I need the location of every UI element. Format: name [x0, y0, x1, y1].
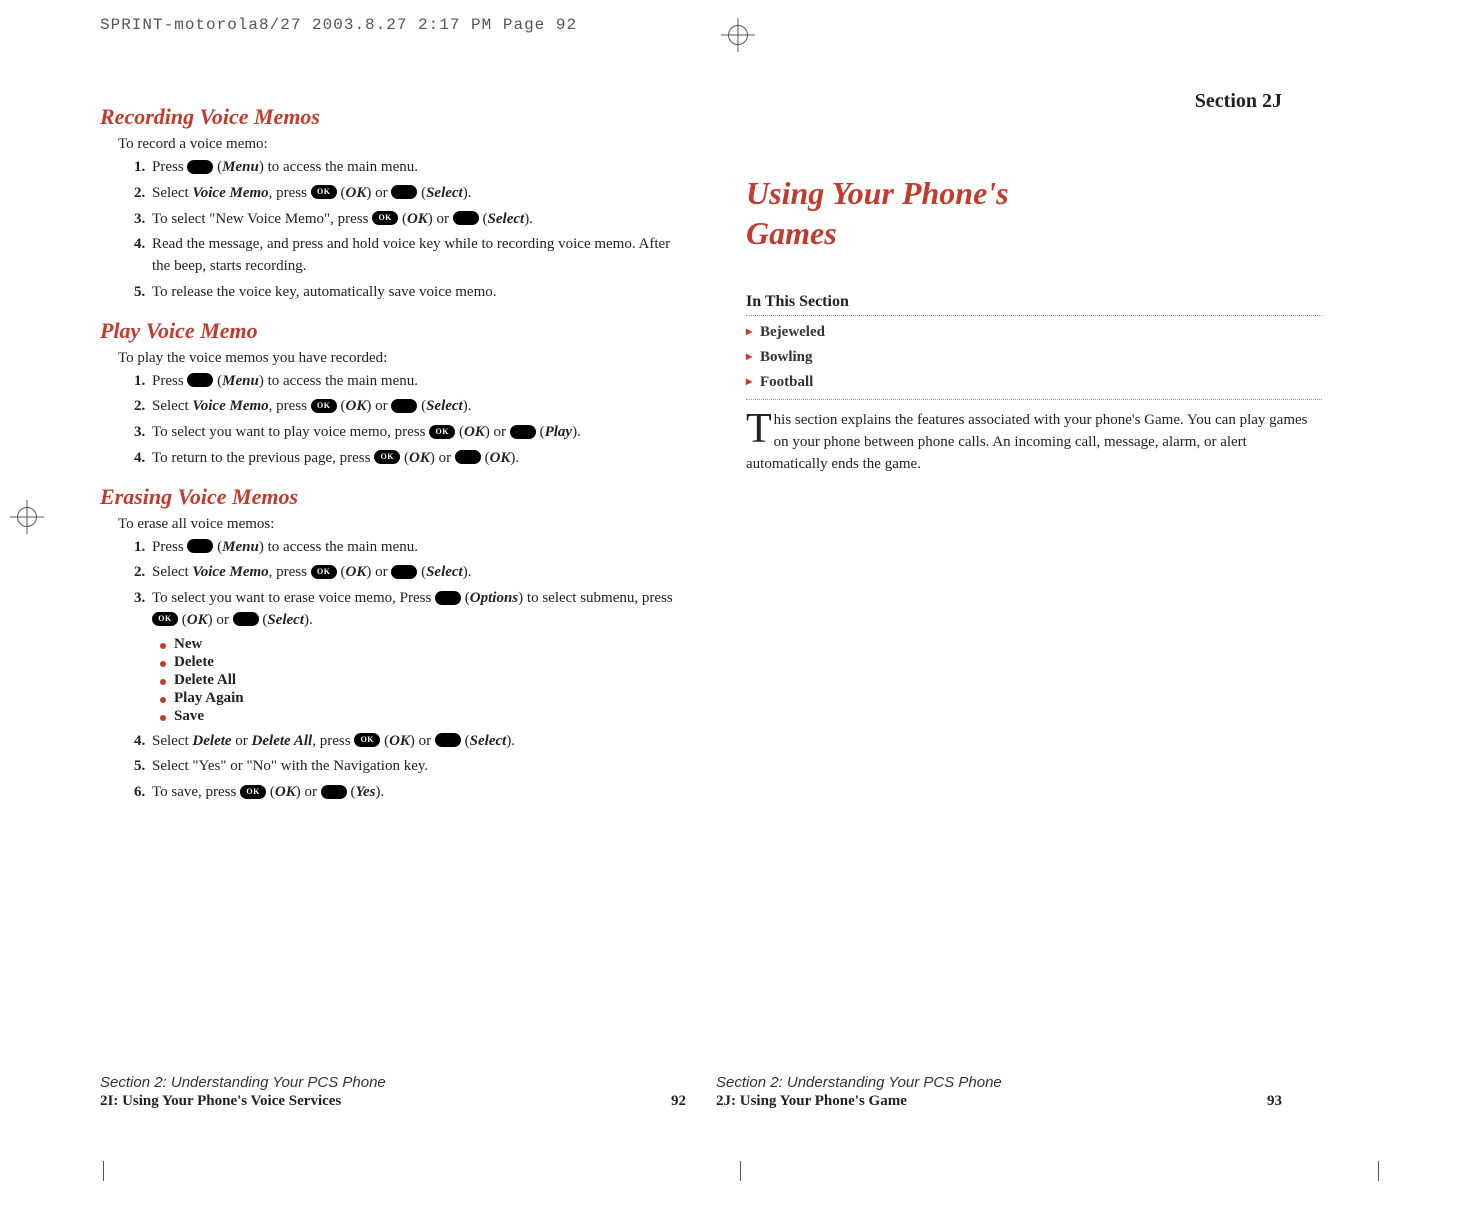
softkey-icon [321, 785, 347, 799]
page-title: Using Your Phone's Games [746, 173, 1322, 253]
page-left: Recording Voice Memos To record a voice … [100, 80, 716, 1120]
step: 2. Select Voice Memo, press (OK) or (Sel… [134, 183, 676, 205]
softkey-icon [391, 185, 417, 199]
intro-paragraph: This section explains the features assoc… [746, 410, 1322, 475]
print-slug: SPRINT-motorola8/27 2003.8.27 2:17 PM Pa… [100, 16, 577, 34]
in-this-section-heading: In This Section [746, 293, 1322, 311]
step: 5.Select "Yes" or "No" with the Navigati… [134, 756, 676, 778]
step: 5.To release the voice key, automaticall… [134, 282, 676, 304]
footer-subsection: 2I: Using Your Phone's Voice Services [100, 1093, 686, 1110]
heading-play: Play Voice Memo [100, 318, 676, 344]
footer-section: Section 2: Understanding Your PCS Phone [716, 1074, 1282, 1091]
step: 2. Select Voice Memo, press (OK) or (Sel… [134, 396, 676, 418]
softkey-icon [187, 160, 213, 174]
step: 3. To select you want to play voice memo… [134, 422, 676, 444]
page-number: 92 [671, 1093, 686, 1110]
ok-key-icon [311, 565, 337, 579]
ok-key-icon [240, 785, 266, 799]
softkey-icon [510, 425, 536, 439]
toc-item: Bowling [746, 349, 1322, 366]
section-label: Section 2J [746, 90, 1322, 113]
step: 2. Select Voice Memo, press (OK) or (Sel… [134, 562, 676, 584]
submenu-item: Save [160, 708, 676, 725]
step: 1. Press (Menu) to access the main menu. [134, 371, 676, 393]
crop-mark [103, 1161, 104, 1181]
step: 4.Read the message, and press and hold v… [134, 234, 676, 278]
page-spread: Recording Voice Memos To record a voice … [100, 80, 1332, 1120]
footer-left: Section 2: Understanding Your PCS Phone … [100, 1074, 686, 1110]
step: 4. To return to the previous page, press… [134, 448, 676, 470]
footer-right: Section 2: Understanding Your PCS Phone … [716, 1074, 1282, 1110]
ok-key-icon [372, 211, 398, 225]
steps-record: 1. Press (Menu) to access the main menu.… [134, 157, 676, 304]
step: 3. To select you want to erase voice mem… [134, 588, 676, 632]
steps-play: 1. Press (Menu) to access the main menu.… [134, 371, 676, 470]
softkey-icon [391, 565, 417, 579]
submenu-item: Delete [160, 654, 676, 671]
submenu-item: Play Again [160, 690, 676, 707]
intro-record: To record a voice memo: [118, 136, 676, 153]
ok-key-icon [374, 450, 400, 464]
heading-recording: Recording Voice Memos [100, 104, 676, 130]
registration-mark-left [10, 500, 44, 534]
softkey-icon [187, 539, 213, 553]
step: 6. To save, press (OK) or (Yes). [134, 782, 676, 804]
footer-section: Section 2: Understanding Your PCS Phone [100, 1074, 686, 1091]
ok-key-icon [152, 612, 178, 626]
crop-mark [740, 1161, 741, 1181]
ok-key-icon [311, 185, 337, 199]
ok-key-icon [354, 733, 380, 747]
toc-item: Bejeweled [746, 324, 1322, 341]
ok-key-icon [311, 399, 337, 413]
ok-key-icon [429, 425, 455, 439]
step: 4. Select Delete or Delete All, press (O… [134, 731, 676, 753]
softkey-icon [187, 373, 213, 387]
submenu-item: New [160, 636, 676, 653]
registration-mark-top [721, 18, 755, 52]
intro-play: To play the voice memos you have recorde… [118, 350, 676, 367]
step: 3. To select "New Voice Memo", press (OK… [134, 209, 676, 231]
softkey-icon [435, 591, 461, 605]
footer-subsection: 2J: Using Your Phone's Game [716, 1093, 1282, 1110]
toc-item: Football [746, 374, 1322, 391]
step: 1. Press (Menu) to access the main menu. [134, 537, 676, 559]
page-number: 93 [1267, 1093, 1282, 1110]
erase-submenu: New Delete Delete All Play Again Save [160, 636, 676, 725]
page-right: Section 2J Using Your Phone's Games In T… [716, 80, 1332, 1120]
submenu-item: Delete All [160, 672, 676, 689]
softkey-icon [453, 211, 479, 225]
heading-erase: Erasing Voice Memos [100, 484, 676, 510]
intro-erase: To erase all voice memos: [118, 516, 676, 533]
softkey-icon [391, 399, 417, 413]
softkey-icon [455, 450, 481, 464]
steps-erase-cont: 4. Select Delete or Delete All, press (O… [134, 731, 676, 804]
step: 1. Press (Menu) to access the main menu. [134, 157, 676, 179]
divider-dotted [746, 399, 1322, 400]
divider-dotted [746, 315, 1322, 316]
crop-mark [1378, 1161, 1379, 1181]
section-toc: Bejeweled Bowling Football [746, 324, 1322, 391]
softkey-icon [233, 612, 259, 626]
softkey-icon [435, 733, 461, 747]
steps-erase: 1. Press (Menu) to access the main menu.… [134, 537, 676, 632]
drop-cap: T [746, 410, 774, 446]
